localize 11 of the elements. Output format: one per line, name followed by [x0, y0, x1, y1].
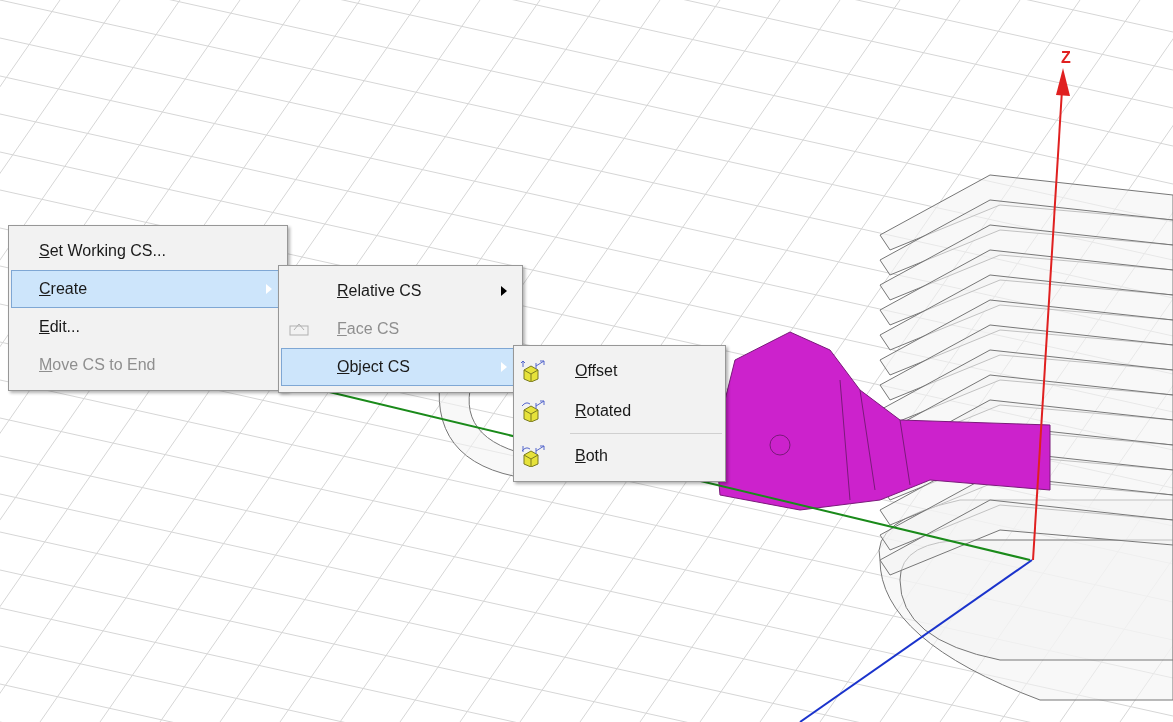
cube-axes-icon: [520, 445, 546, 467]
menu-item[interactable]: Both: [516, 436, 723, 476]
axis-label: Z: [1061, 48, 1071, 68]
cube-axes-icon: [520, 400, 546, 422]
submenu-arrow-icon: [266, 284, 272, 294]
face-cs-icon: [288, 321, 310, 337]
cube-axes-icon: [520, 360, 546, 382]
menu-item[interactable]: Set Working CS...: [11, 232, 285, 270]
menu-item[interactable]: Rotated: [516, 391, 723, 431]
submenu-arrow-icon: [501, 362, 507, 372]
submenu-arrow-icon: [501, 286, 507, 296]
